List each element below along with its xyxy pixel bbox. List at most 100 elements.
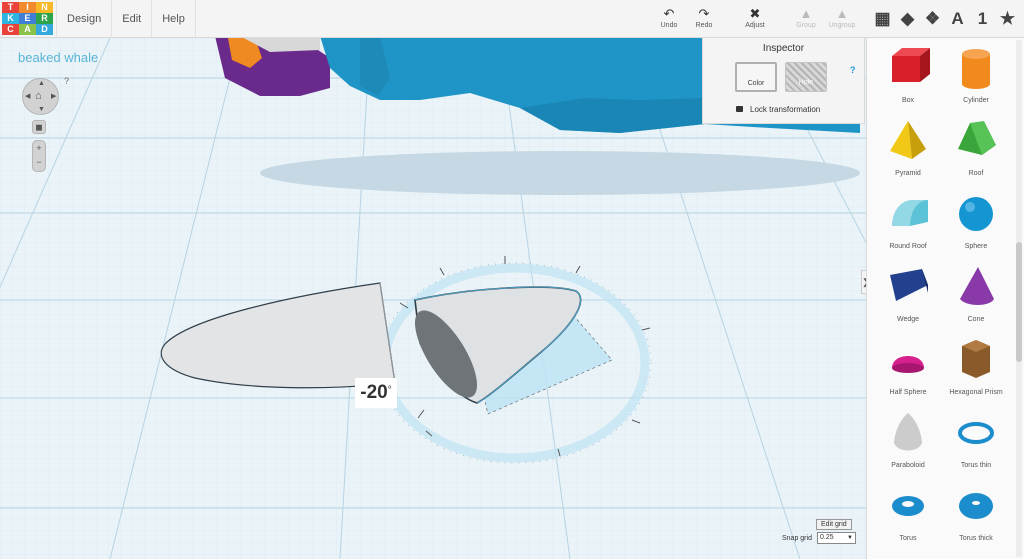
number-shape-icon[interactable]: 1 (970, 9, 995, 29)
favorite-star-icon[interactable]: ★ (995, 9, 1020, 29)
home-view-icon[interactable]: ⌂ (35, 90, 42, 102)
shape-category-bar: ▦ ◆ ❖ A 1 ★ (870, 0, 1020, 38)
rotation-angle-readout[interactable]: -20 ° (355, 378, 397, 408)
shape-wedge[interactable]: Wedge (873, 261, 943, 333)
pan-right-icon[interactable]: ▶ (51, 92, 56, 100)
shape-label: Cone (967, 316, 985, 323)
half-sphere-icon (892, 356, 924, 373)
snap-grid-select[interactable]: 0.25 ▼ (817, 532, 856, 544)
scrollbar-thumb[interactable] (1016, 242, 1022, 362)
cube-view-icon[interactable]: ◆ (895, 9, 920, 29)
main-menu: Design Edit Help (56, 0, 196, 38)
sphere-icon (959, 197, 993, 231)
shape-torus-thick[interactable]: Torus thick (941, 480, 1011, 552)
orthographic-view-button[interactable]: ◼ (32, 120, 46, 134)
text-shape-icon[interactable]: A (945, 9, 970, 29)
logo-letter: T (2, 2, 19, 13)
shape-cone[interactable]: Cone (941, 261, 1011, 333)
adjust-button[interactable]: ✖ Adjust (735, 6, 775, 29)
edit-grid-button[interactable]: Edit grid (816, 519, 852, 530)
chevron-down-icon: ▼ (847, 535, 853, 541)
group-button[interactable]: ▲ Group (786, 6, 826, 29)
shape-label: Sphere (964, 243, 988, 250)
adjust-icon: ✖ (749, 6, 761, 21)
color-swatch-button[interactable]: Color (735, 62, 777, 92)
box-icon (892, 48, 930, 82)
menu-edit[interactable]: Edit (111, 0, 151, 38)
ungroup-icon: ▲ (835, 6, 849, 21)
logo-letter: D (36, 24, 53, 35)
cylinder-icon (962, 49, 990, 89)
pan-down-icon[interactable]: ▼ (38, 106, 45, 113)
logo-letter: A (19, 24, 36, 35)
logo-letter: N (36, 2, 53, 13)
shape-label: Hexagonal Prism (949, 389, 1003, 396)
paraboloid-icon (894, 413, 922, 451)
shapes-panel: Box Cylinder Pyramid Roof Round Roof Sph… (866, 38, 1024, 559)
shape-sphere[interactable]: Sphere (941, 188, 1011, 260)
workplane[interactable]: beaked whale ? ▲ ▼ ◀ ▶ ⌂ ◼ + − -20 ° Ins… (0, 38, 866, 559)
top-toolbar: TINKERCAD Design Edit Help ↶ Undo ↷ Redo… (0, 0, 1024, 38)
torus-thin-icon (958, 422, 994, 444)
menu-help[interactable]: Help (151, 0, 196, 38)
wedge-icon (890, 269, 928, 301)
shape-hexagonal-prism[interactable]: Hexagonal Prism (941, 334, 1011, 406)
pan-up-icon[interactable]: ▲ (38, 80, 45, 87)
group-icon: ▲ (799, 6, 813, 21)
zoom-controls: + − (32, 140, 46, 172)
view-navigation-wheel[interactable]: ▲ ▼ ◀ ▶ ⌂ (22, 78, 59, 115)
redo-button[interactable]: ↷ Redo (684, 6, 724, 29)
shape-half-sphere[interactable]: Half Sphere (873, 334, 943, 406)
shape-label: Paraboloid (891, 462, 925, 469)
redo-icon: ↷ (698, 6, 710, 21)
zoom-out-button[interactable]: − (33, 155, 45, 169)
shape-cylinder[interactable]: Cylinder (941, 42, 1011, 114)
hole-button[interactable]: Hole (785, 62, 827, 92)
logo-letter: E (19, 13, 36, 24)
rotation-angle-value: -20 (360, 382, 388, 403)
document-title[interactable]: beaked whale (18, 50, 98, 65)
shape-label: Half Sphere (889, 389, 927, 396)
ungroup-button[interactable]: ▲ Ungroup (822, 6, 862, 29)
shape-round-roof[interactable]: Round Roof (873, 188, 943, 260)
roof-icon (958, 121, 996, 155)
round-roof-icon (892, 200, 928, 226)
shape-box[interactable]: Box (873, 42, 943, 114)
logo-letter: K (2, 13, 19, 24)
logo-letter: I (19, 2, 36, 13)
view-cube-icon: ◼ (35, 122, 43, 132)
shape-torus-thin[interactable]: Torus thin (941, 407, 1011, 479)
hexagonal-prism-icon (962, 340, 990, 378)
shape-pyramid[interactable]: Pyramid (873, 115, 943, 187)
shape-label: Torus thin (960, 462, 992, 469)
model-shadow (260, 151, 860, 195)
inspector-title: Inspector (762, 43, 805, 54)
menu-design[interactable]: Design (56, 0, 111, 38)
shape-label: Torus thick (959, 535, 993, 542)
inspector-panel: Inspector Color Hole ? Lock transformati… (702, 38, 865, 124)
shape-label: Wedge (896, 316, 920, 323)
degree-symbol: ° (387, 384, 392, 396)
box-pattern-icon[interactable]: ❖ (920, 9, 945, 29)
logo-letter: C (2, 24, 19, 35)
torus-icon (892, 496, 924, 516)
shape-label: Torus (899, 535, 917, 542)
undo-icon: ↶ (663, 6, 675, 21)
shape-roof[interactable]: Roof (941, 115, 1011, 187)
lock-transformation-toggle[interactable]: Lock transformation (736, 105, 820, 114)
pan-left-icon[interactable]: ◀ (25, 92, 30, 100)
shape-paraboloid[interactable]: Paraboloid (873, 407, 943, 479)
view-help-icon[interactable]: ? (64, 76, 69, 86)
lock-icon (736, 106, 743, 112)
logo-letter: R (36, 13, 53, 24)
shapes-panel-scrollbar[interactable] (1016, 40, 1022, 557)
undo-button[interactable]: ↶ Undo (649, 6, 689, 29)
shape-label: Round Roof (889, 243, 927, 250)
grid-view-icon[interactable]: ▦ (870, 9, 895, 29)
torus-thick-icon (959, 493, 993, 519)
tinkercad-logo[interactable]: TIN KER CAD (2, 2, 53, 36)
shape-label: Roof (968, 170, 984, 177)
inspector-help-icon[interactable]: ? (850, 65, 856, 75)
zoom-in-button[interactable]: + (33, 141, 45, 155)
shape-torus[interactable]: Torus (873, 480, 943, 552)
